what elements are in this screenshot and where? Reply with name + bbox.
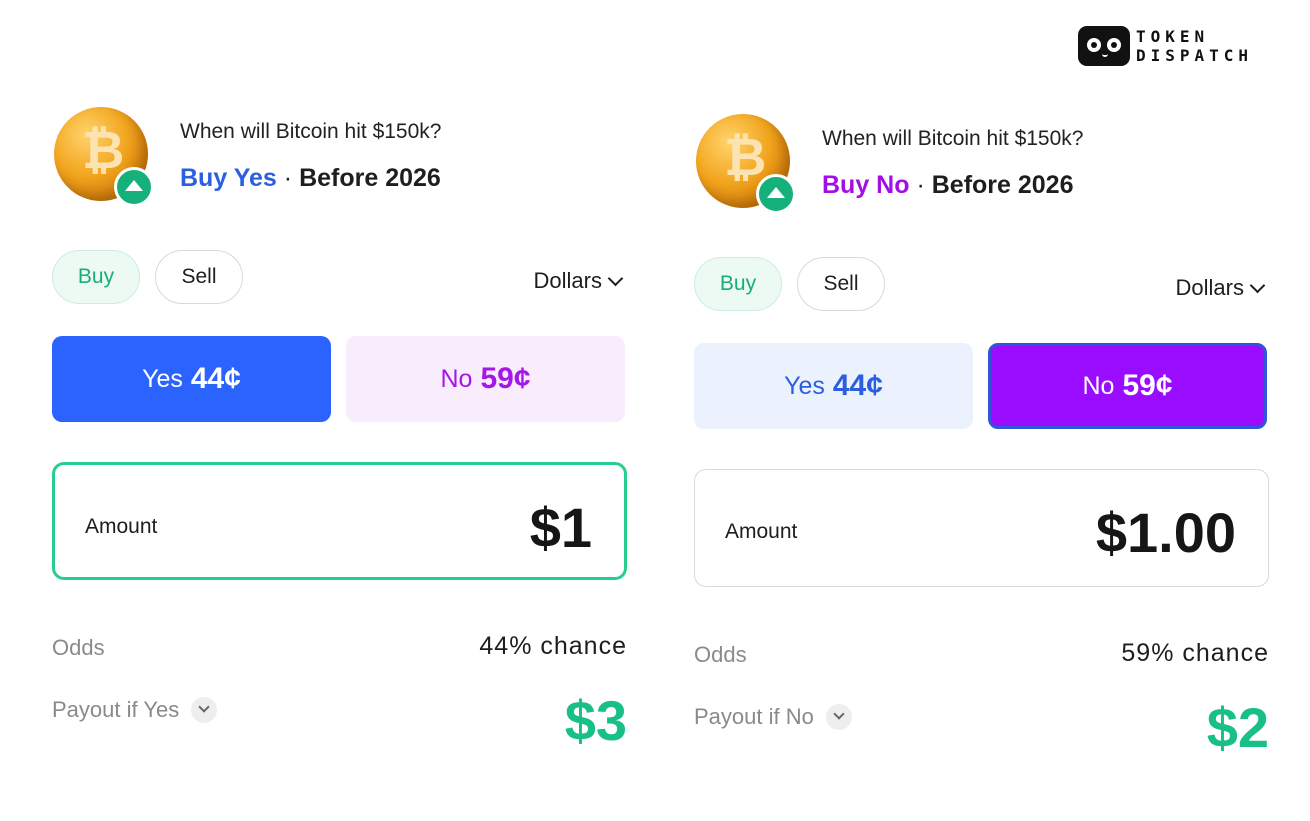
no-price: 59¢: [480, 362, 531, 395]
payout-toggle[interactable]: Payout if No: [694, 704, 852, 730]
trade-summary: Buy No · Before 2026: [822, 171, 1073, 200]
trade-summary: Buy Yes · Before 2026: [180, 164, 441, 193]
amount-label: Amount: [725, 520, 798, 543]
currency-label: Dollars: [1175, 275, 1244, 300]
yes-outcome-button[interactable]: Yes 44¢: [52, 336, 331, 422]
currency-dropdown[interactable]: Dollars: [533, 268, 624, 294]
no-label: No: [1082, 371, 1115, 400]
currency-label: Dollars: [533, 268, 602, 293]
bitcoin-icon: ₿: [52, 105, 154, 207]
payout-value: $2: [1206, 696, 1269, 759]
chevron-down-icon: [607, 270, 624, 286]
currency-dropdown[interactable]: Dollars: [1175, 275, 1266, 301]
sell-tab[interactable]: Sell: [155, 250, 243, 304]
deadline-label: Before 2026: [931, 171, 1074, 199]
amount-label: Amount: [85, 515, 158, 538]
payout-label: Payout if No: [694, 704, 814, 729]
mountain-badge-icon: [756, 174, 796, 214]
yes-price: 44¢: [832, 369, 883, 402]
brand-wordmark: TOKEN DISPATCH: [1136, 27, 1253, 65]
amount-input[interactable]: Amount $1.00: [694, 469, 1269, 587]
bitcoin-icon: ₿: [694, 112, 796, 214]
yes-price: 44¢: [190, 362, 241, 395]
amount-value: $1: [529, 496, 592, 559]
chevron-down-icon: [825, 704, 852, 730]
glasses-face-icon: [1078, 26, 1130, 66]
odds-label: Odds: [52, 635, 105, 660]
odds-value: 59% chance: [1121, 639, 1269, 667]
separator: ·: [283, 164, 293, 192]
payout-toggle[interactable]: Payout if Yes: [52, 697, 218, 723]
odds-label: Odds: [694, 642, 747, 667]
buy-tab[interactable]: Buy: [52, 250, 140, 304]
payout-label: Payout if Yes: [52, 697, 180, 722]
yes-label: Yes: [142, 364, 183, 393]
brand-line-1: TOKEN: [1136, 27, 1210, 46]
no-outcome-button[interactable]: No 59¢: [988, 343, 1267, 429]
market-question: When will Bitcoin hit $150k?: [822, 127, 1084, 150]
action-label: Buy Yes: [180, 164, 277, 192]
chevron-down-icon: [191, 697, 218, 723]
no-price: 59¢: [1122, 369, 1173, 402]
yes-outcome-button[interactable]: Yes 44¢: [694, 343, 973, 429]
no-label: No: [440, 364, 473, 393]
payout-value: $3: [564, 689, 627, 752]
odds-value: 44% chance: [479, 632, 627, 660]
brand-logo: TOKEN DISPATCH: [1078, 26, 1253, 66]
brand-line-2: DISPATCH: [1136, 46, 1254, 65]
sell-tab[interactable]: Sell: [797, 257, 885, 311]
no-outcome-button[interactable]: No 59¢: [346, 336, 625, 422]
separator: ·: [916, 171, 925, 199]
buy-tab[interactable]: Buy: [694, 257, 782, 311]
action-label: Buy No: [822, 171, 910, 199]
amount-value: $1.00: [1095, 501, 1236, 564]
mountain-badge-icon: [114, 167, 154, 207]
amount-input[interactable]: Amount $1: [52, 462, 627, 580]
yes-label: Yes: [784, 371, 825, 400]
chevron-down-icon: [1249, 277, 1266, 293]
deadline-label: Before 2026: [299, 164, 441, 192]
market-question: When will Bitcoin hit $150k?: [180, 120, 442, 143]
